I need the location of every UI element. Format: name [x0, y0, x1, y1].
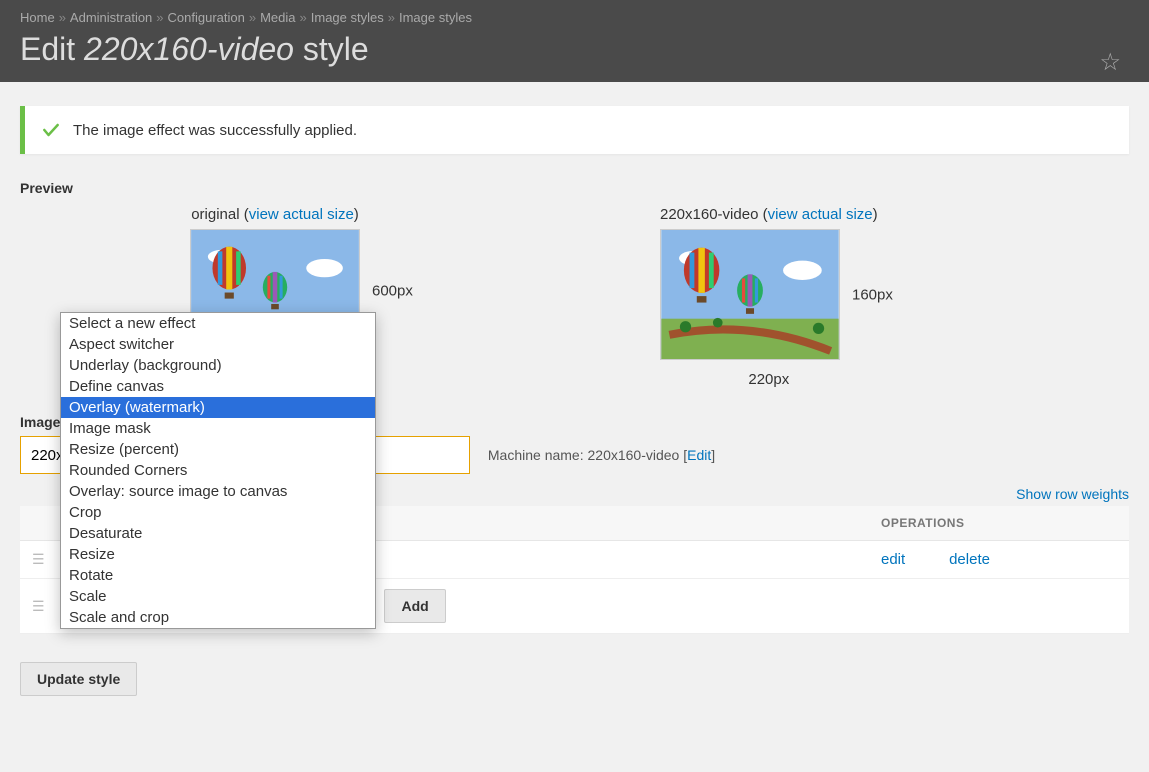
styled-label: 220x160-video	[660, 206, 758, 223]
dropdown-option[interactable]: Select a new effect	[61, 313, 375, 334]
dropdown-option[interactable]: Overlay: source image to canvas	[61, 481, 375, 502]
breadcrumb-separator: »	[249, 10, 256, 25]
check-icon	[41, 120, 61, 140]
dropdown-option[interactable]: Overlay (watermark)	[61, 397, 375, 418]
dropdown-option[interactable]: Scale	[61, 586, 375, 607]
breadcrumb-item[interactable]: Home	[20, 10, 55, 25]
preview-label: Preview	[20, 180, 1129, 196]
breadcrumb-item[interactable]: Image styles	[311, 10, 384, 25]
dropdown-option[interactable]: Resize	[61, 544, 375, 565]
drag-handle-icon[interactable]: ☰	[20, 579, 57, 634]
edit-link[interactable]: edit	[881, 551, 905, 568]
show-row-weights-link[interactable]: Show row weights	[1016, 486, 1129, 502]
styled-height-label: 160px	[852, 286, 893, 303]
dropdown-option[interactable]: Rotate	[61, 565, 375, 586]
dropdown-option[interactable]: Crop	[61, 502, 375, 523]
styled-width-label: 220px	[660, 371, 878, 388]
page-title: Edit 220x160-video style	[20, 31, 1129, 68]
machine-name: Machine name: 220x160-video [Edit]	[488, 447, 715, 463]
breadcrumb-separator: »	[300, 10, 307, 25]
breadcrumb-separator: »	[59, 10, 66, 25]
add-button[interactable]: Add	[384, 589, 445, 623]
dropdown-option[interactable]: Underlay (background)	[61, 355, 375, 376]
col-operations: OPERATIONS	[869, 506, 1129, 541]
status-text: The image effect was successfully applie…	[73, 122, 357, 139]
update-style-button[interactable]: Update style	[20, 662, 137, 696]
breadcrumb-item[interactable]: Administration	[70, 10, 152, 25]
status-message: The image effect was successfully applie…	[20, 106, 1129, 154]
page-header: Home » Administration » Configuration » Media »…	[0, 0, 1149, 82]
breadcrumb-item[interactable]: Media	[260, 10, 295, 25]
star-icon[interactable]: ☆	[1099, 48, 1121, 77]
original-height-label: 600px	[372, 283, 413, 300]
breadcrumb: Home » Administration » Configuration » Media »…	[20, 10, 1129, 25]
dropdown-option[interactable]: Rounded Corners	[61, 460, 375, 481]
breadcrumb-separator: »	[388, 10, 395, 25]
dropdown-option[interactable]: Scale and crop	[61, 607, 375, 628]
breadcrumb-item[interactable]: Image styles	[399, 10, 472, 25]
dropdown-option[interactable]: Define canvas	[61, 376, 375, 397]
dropdown-option[interactable]: Image mask	[61, 418, 375, 439]
machine-name-edit-link[interactable]: Edit	[687, 447, 711, 463]
dropdown-option[interactable]: Desaturate	[61, 523, 375, 544]
effect-dropdown-listbox[interactable]: Select a new effectAspect switcherUnderl…	[60, 312, 376, 629]
styled-view-link[interactable]: view actual size	[768, 206, 873, 223]
delete-link[interactable]: delete	[949, 551, 990, 568]
drag-handle-icon[interactable]: ☰	[20, 541, 57, 579]
styled-preview-image	[660, 229, 840, 360]
breadcrumb-item[interactable]: Configuration	[168, 10, 245, 25]
breadcrumb-separator: »	[156, 10, 163, 25]
original-label: original	[191, 206, 239, 223]
dropdown-option[interactable]: Aspect switcher	[61, 334, 375, 355]
dropdown-option[interactable]: Resize (percent)	[61, 439, 375, 460]
preview-styled: 220x160-video (view actual size)	[660, 206, 878, 388]
original-view-link[interactable]: view actual size	[249, 206, 354, 223]
